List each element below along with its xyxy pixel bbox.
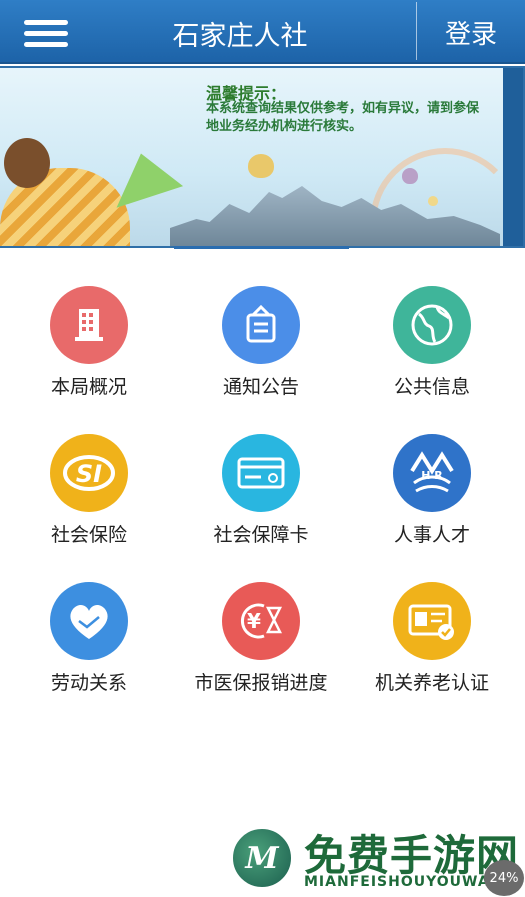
menu-item-label: 社会保险 bbox=[50, 524, 127, 546]
menu-item-social-security-card[interactable]: 社会保障卡 bbox=[176, 434, 346, 547]
menu-item-bureau-overview[interactable]: 本局概况 bbox=[4, 286, 174, 399]
menu-item-labor-relations[interactable]: 劳动关系 bbox=[4, 582, 174, 695]
svg-text:H R: H R bbox=[421, 469, 443, 482]
menu-item-label: 机关养老认证 bbox=[374, 672, 489, 694]
banner[interactable]: 温馨提示： 本系统查询结果仅供参考，如有异议，请到参保地业务经办机构进行核实。 bbox=[0, 66, 525, 248]
building-icon bbox=[50, 286, 128, 364]
menu-item-notices[interactable]: 通知公告 bbox=[176, 286, 346, 399]
menu-item-pension-authentication[interactable]: 机关养老认证 bbox=[347, 582, 517, 695]
handshake-heart-icon bbox=[50, 582, 128, 660]
login-button[interactable]: 登录 bbox=[417, 14, 525, 51]
child-head-graphic bbox=[4, 138, 50, 188]
menu-item-label: 本局概况 bbox=[50, 376, 127, 398]
notice-board-icon bbox=[222, 286, 300, 364]
page-title: 石家庄人社 bbox=[172, 21, 308, 52]
balloon-graphic bbox=[402, 168, 418, 184]
menu-item-label: 劳动关系 bbox=[50, 672, 127, 694]
paper-plane-graphic bbox=[102, 144, 184, 208]
banner-page-indicator bbox=[174, 246, 349, 249]
svg-text:¥: ¥ bbox=[247, 609, 261, 633]
globe-icon bbox=[393, 286, 471, 364]
menu-item-label: 通知公告 bbox=[222, 376, 299, 398]
floating-badge[interactable]: 24% bbox=[484, 860, 524, 896]
menu-item-label: 人事人才 bbox=[393, 524, 470, 546]
menu-item-label: 市医保报销进度 bbox=[194, 672, 328, 694]
menu-icon[interactable] bbox=[24, 18, 70, 50]
menu-item-public-info[interactable]: 公共信息 bbox=[347, 286, 517, 399]
menu-item-medical-reimbursement-progress[interactable]: ¥ 市医保报销进度 bbox=[176, 582, 346, 695]
balloon-graphic bbox=[248, 154, 274, 178]
watermark-logo: M bbox=[230, 826, 294, 890]
menu-item-label: 社会保障卡 bbox=[213, 524, 309, 546]
yen-hourglass-icon: ¥ bbox=[222, 582, 300, 660]
si-logo-icon: SI bbox=[50, 434, 128, 512]
id-card-check-icon bbox=[393, 582, 471, 660]
banner-tip-text: 本系统查询结果仅供参考，如有异议，请到参保地业务经办机构进行核实。 bbox=[206, 101, 480, 134]
svg-text:SI: SI bbox=[76, 460, 102, 488]
hr-logo-icon: H R bbox=[393, 434, 471, 512]
balloon-graphic bbox=[428, 196, 438, 206]
menu-item-social-insurance[interactable]: SI 社会保险 bbox=[4, 434, 174, 547]
app-header: 石家庄人社 登录 bbox=[0, 0, 525, 64]
card-icon bbox=[222, 434, 300, 512]
menu-item-label: 公共信息 bbox=[393, 376, 470, 398]
menu-item-personnel-talent[interactable]: H R 人事人才 bbox=[347, 434, 517, 547]
watermark-logo-letter: M bbox=[245, 841, 279, 876]
